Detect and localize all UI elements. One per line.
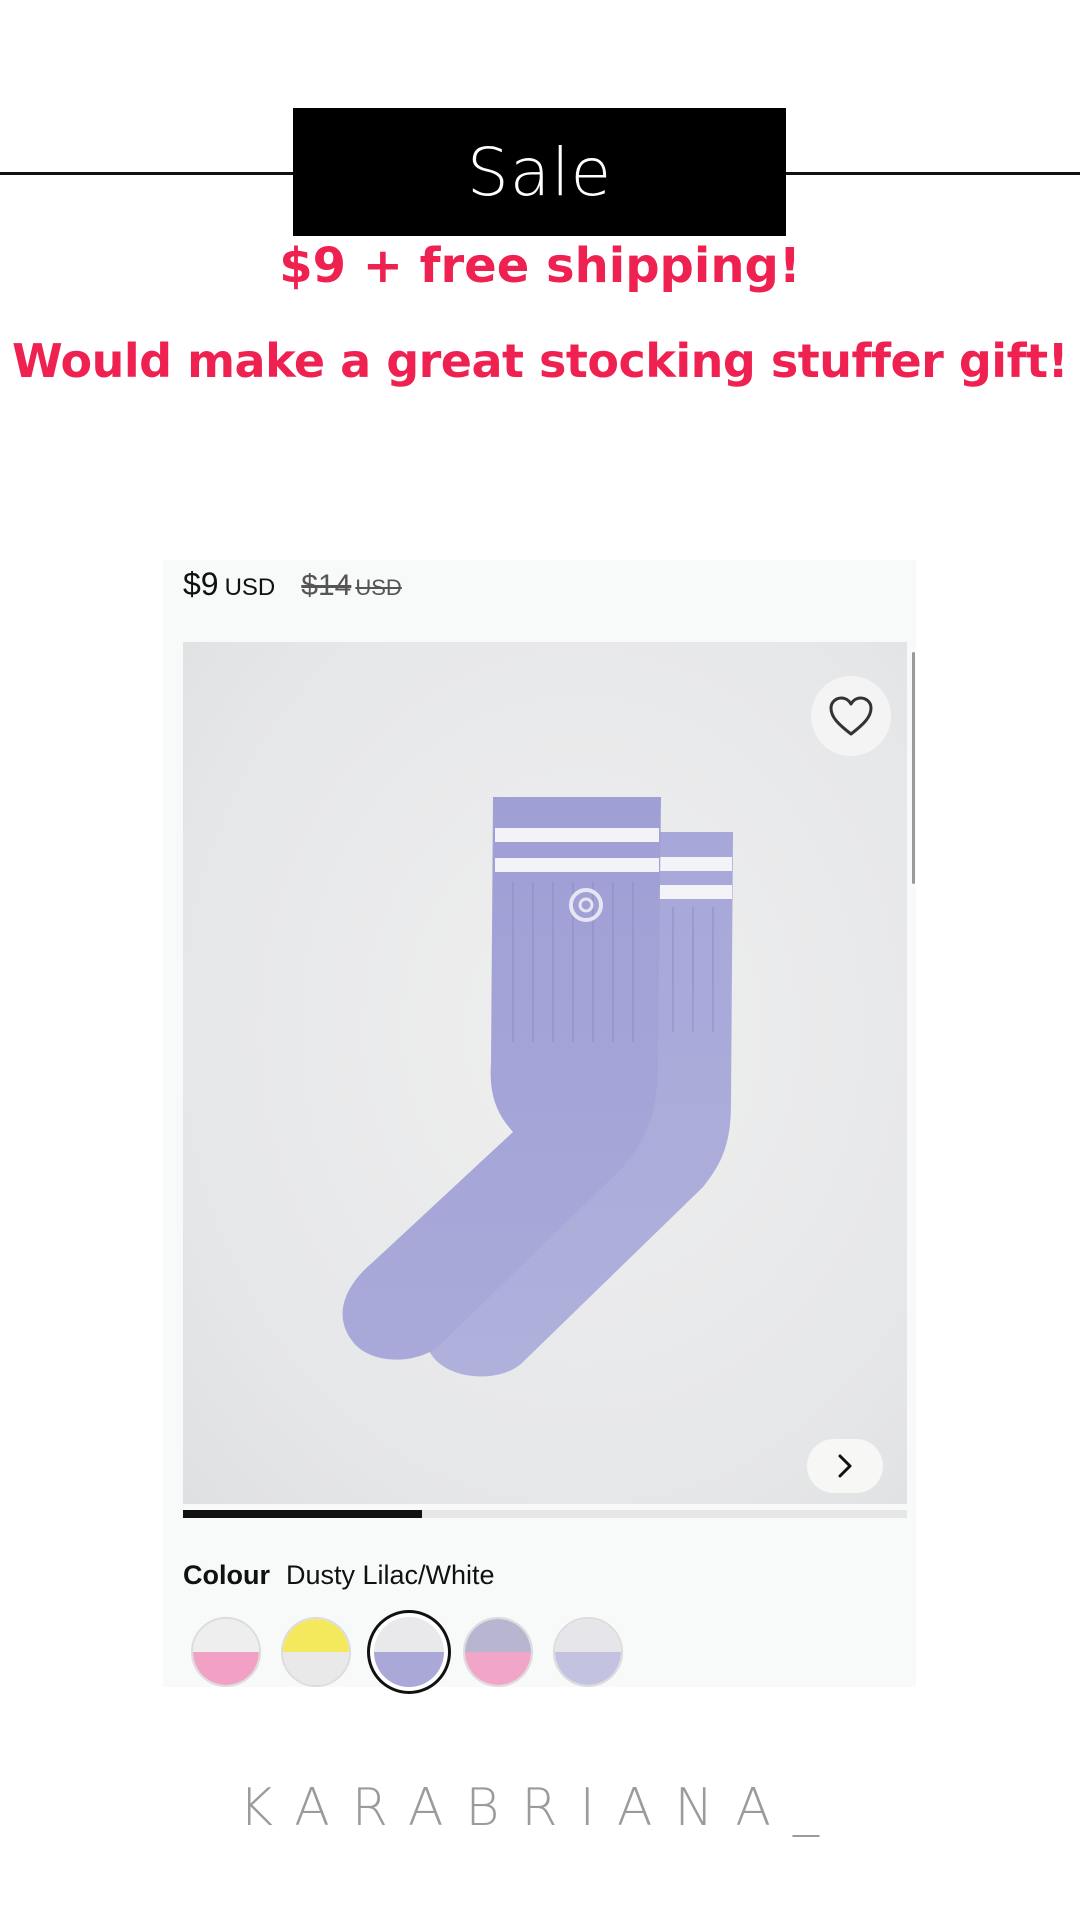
swatch-fill (193, 1619, 259, 1685)
colour-swatch-list (191, 1610, 643, 1694)
favorite-button[interactable] (811, 676, 891, 756)
heart-icon (829, 696, 873, 736)
gallery-progress-fill (183, 1510, 422, 1518)
price-row: $9 USD $14 USD (183, 566, 402, 626)
selected-colour-name: Dusty Lilac/White (286, 1560, 495, 1590)
sale-price-currency: USD (224, 574, 276, 601)
sale-banner-title: Sale (466, 133, 613, 211)
promo-headline: $9 + free shipping! (279, 238, 801, 294)
colour-swatch-yellow-white[interactable] (281, 1617, 351, 1687)
colour-swatch-dusty-lilac-white[interactable] (367, 1610, 451, 1694)
watermark: KARABRIANA_ (239, 1778, 841, 1838)
divider-line-left (0, 172, 295, 175)
sale-price: $9 (183, 566, 219, 602)
colour-swatch-lilac-pink[interactable] (463, 1617, 533, 1687)
swatch-fill (374, 1617, 444, 1687)
product-image (342, 797, 733, 1377)
colour-swatch-lilac-grey[interactable] (553, 1617, 623, 1687)
original-price-currency: USD (355, 575, 402, 600)
promo-subline: Would make a great stocking stuffer gift… (11, 334, 1069, 388)
product-image-gallery[interactable] (183, 642, 907, 1504)
original-price: $14 (301, 569, 352, 602)
gallery-progress-track (183, 1510, 907, 1518)
product-card: $9 USD $14 USD Colour Dusty Lilac/White (163, 560, 916, 1694)
colour-label: Colour (183, 1560, 270, 1590)
scrollbar[interactable] (912, 652, 915, 884)
chevron-right-icon (838, 1454, 852, 1478)
colour-swatch-pink-white[interactable] (191, 1617, 261, 1687)
swatch-fill (283, 1619, 349, 1685)
colour-row: Colour Dusty Lilac/White (183, 1560, 495, 1591)
sale-banner: Sale (293, 108, 786, 236)
divider-line-right (784, 172, 1080, 175)
next-image-button[interactable] (807, 1439, 883, 1493)
swatch-fill (465, 1619, 531, 1685)
swatch-fill (555, 1619, 621, 1685)
